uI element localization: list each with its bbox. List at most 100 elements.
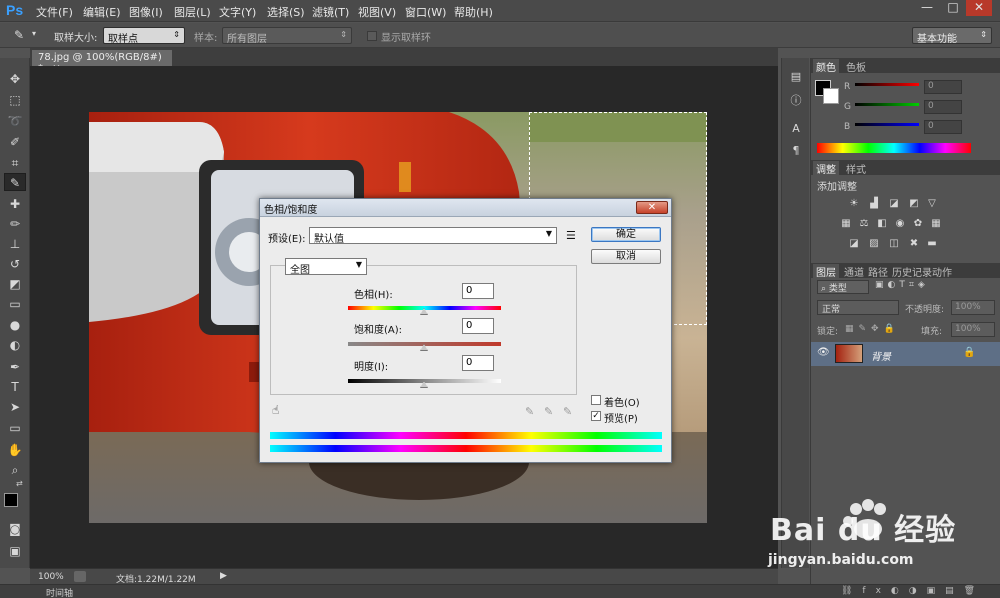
- photo-filter-icon[interactable]: ◉: [893, 218, 907, 230]
- posterize-icon[interactable]: ▨: [867, 238, 881, 250]
- black-white-icon[interactable]: ◧: [875, 218, 889, 230]
- character-panel-icon[interactable]: A: [787, 122, 805, 138]
- channel-r-slider[interactable]: [855, 83, 919, 86]
- menu-file[interactable]: 文件(F): [36, 4, 73, 20]
- levels-icon[interactable]: ▟: [867, 198, 881, 210]
- show-ring-checkbox[interactable]: [367, 31, 377, 41]
- fill-input[interactable]: 100%: [951, 322, 995, 337]
- color-balance-icon[interactable]: ⚖: [857, 218, 871, 230]
- gradient-map-icon[interactable]: ▬: [925, 238, 939, 250]
- preset-options-icon[interactable]: ☰: [566, 229, 576, 242]
- curves-icon[interactable]: ◪: [887, 198, 901, 210]
- type-tool-icon[interactable]: T: [4, 378, 26, 396]
- eyedropper-plus-icon[interactable]: ✎: [544, 405, 558, 419]
- maximize-button[interactable]: □: [940, 0, 966, 16]
- marquee-tool-icon[interactable]: ⬚: [4, 91, 26, 109]
- layer-filter-icons[interactable]: ▣◐T⌗◈: [875, 280, 929, 290]
- layer-name[interactable]: 背景: [871, 348, 891, 363]
- vibrance-icon[interactable]: ▽: [925, 198, 939, 210]
- tab-layers[interactable]: 图层: [813, 264, 839, 279]
- lasso-tool-icon[interactable]: ➰: [4, 112, 26, 130]
- channel-r-value[interactable]: 0: [924, 80, 962, 94]
- saturation-input[interactable]: 0: [462, 318, 494, 334]
- info-panel-icon[interactable]: ⓘ: [787, 92, 805, 108]
- clone-stamp-tool-icon[interactable]: ⊥: [4, 235, 26, 253]
- menu-filter[interactable]: 滤镜(T): [312, 4, 349, 20]
- tab-styles[interactable]: 样式: [843, 161, 869, 176]
- zoom-level[interactable]: 100%: [38, 572, 64, 582]
- menu-view[interactable]: 视图(V): [358, 4, 396, 20]
- tab-actions[interactable]: 动作: [929, 264, 955, 279]
- hand-tool-icon[interactable]: ✋: [4, 441, 26, 459]
- healing-brush-tool-icon[interactable]: ✚: [4, 195, 26, 213]
- pen-tool-icon[interactable]: ✒: [4, 358, 26, 376]
- zoom-tool-icon[interactable]: ⌕: [4, 461, 26, 479]
- workspace-dropdown[interactable]: 基本功能 ⇕: [912, 27, 992, 45]
- preview-checkbox[interactable]: ✓: [591, 411, 601, 421]
- menu-window[interactable]: 窗口(W): [405, 4, 446, 20]
- dodge-tool-icon[interactable]: ◐: [4, 336, 26, 354]
- hand-adjust-icon[interactable]: ☝: [272, 403, 279, 417]
- layer-footer-icons[interactable]: ⛓fx◐◑▣▤🗑: [841, 586, 985, 596]
- lock-icons[interactable]: ▦✎✥🔒: [845, 324, 900, 334]
- swap-colors-icon[interactable]: ⇄: [16, 479, 23, 488]
- tab-channels[interactable]: 通道: [841, 264, 867, 279]
- eyedropper-icon[interactable]: ✎: [525, 405, 539, 419]
- paragraph-panel-icon[interactable]: ¶: [787, 144, 805, 160]
- eyedropper-tool-icon[interactable]: ✎: [4, 173, 26, 191]
- gradient-tool-icon[interactable]: ▭: [4, 295, 26, 313]
- screen-mode-icon[interactable]: ▣: [4, 542, 26, 560]
- menu-image[interactable]: 图像(I): [129, 4, 163, 20]
- document-tab[interactable]: 78.jpg @ 100%(RGB/8#) * ×: [32, 50, 172, 74]
- status-arrow-icon[interactable]: ▶: [220, 571, 227, 581]
- crop-tool-icon[interactable]: ⌗: [4, 154, 26, 172]
- menu-type[interactable]: 文字(Y): [219, 4, 256, 20]
- move-tool-icon[interactable]: ✥: [4, 70, 26, 88]
- channel-g-slider[interactable]: [855, 103, 919, 106]
- channel-b-value[interactable]: 0: [924, 120, 962, 134]
- invert-icon[interactable]: ◪: [847, 238, 861, 250]
- shape-tool-icon[interactable]: ▭: [4, 419, 26, 437]
- preset-dropdown[interactable]: 默认值 ▼: [309, 227, 557, 245]
- brush-tool-icon[interactable]: ✏: [4, 215, 26, 233]
- hue-sat-icon[interactable]: ▦: [839, 218, 853, 230]
- color-spectrum[interactable]: [817, 143, 971, 153]
- eye-visibility-icon[interactable]: 👁: [817, 347, 830, 358]
- sample-dropdown[interactable]: 所有图层 ⇕: [222, 27, 352, 45]
- menu-help[interactable]: 帮助(H): [454, 4, 493, 20]
- selective-color-icon[interactable]: ✖: [907, 238, 921, 250]
- exposure-icon[interactable]: ◩: [907, 198, 921, 210]
- tab-swatches[interactable]: 色板: [843, 59, 869, 74]
- history-panel-icon[interactable]: ▤: [787, 70, 805, 86]
- eraser-tool-icon[interactable]: ◩: [4, 275, 26, 293]
- channel-b-slider[interactable]: [855, 123, 919, 126]
- lightness-input[interactable]: 0: [462, 355, 494, 371]
- sample-size-dropdown[interactable]: 取样点 ⇕: [103, 27, 185, 45]
- eyedropper-minus-icon[interactable]: ✎: [563, 405, 577, 419]
- blend-mode-dropdown[interactable]: 正常: [817, 300, 899, 315]
- quick-mask-icon[interactable]: ◙: [4, 520, 26, 538]
- minimize-button[interactable]: —: [914, 0, 940, 16]
- blur-tool-icon[interactable]: ●: [4, 316, 26, 334]
- channel-g-value[interactable]: 0: [924, 100, 962, 114]
- layer-filter-dropdown[interactable]: ⌕ 类型: [817, 280, 869, 294]
- tab-adjustments[interactable]: 调整: [813, 161, 839, 176]
- tab-paths[interactable]: 路径: [865, 264, 891, 279]
- history-brush-tool-icon[interactable]: ↺: [4, 255, 26, 273]
- colorize-checkbox[interactable]: [591, 395, 601, 405]
- opacity-input[interactable]: 100%: [951, 300, 995, 315]
- cancel-button[interactable]: 取消: [591, 249, 661, 264]
- ok-button[interactable]: 确定: [591, 227, 661, 242]
- channel-mixer-icon[interactable]: ✿: [911, 218, 925, 230]
- brightness-icon[interactable]: ☀: [847, 198, 861, 210]
- background-swatch[interactable]: [823, 88, 839, 104]
- menu-select[interactable]: 选择(S): [267, 4, 305, 20]
- path-select-tool-icon[interactable]: ➤: [4, 398, 26, 416]
- tab-color[interactable]: 颜色: [813, 59, 839, 74]
- menu-layer[interactable]: 图层(L): [174, 4, 211, 20]
- menu-edit[interactable]: 编辑(E): [83, 4, 121, 20]
- layer-row-background[interactable]: 👁 背景 🔒: [811, 342, 1000, 366]
- dialog-close-button[interactable]: ✕: [636, 201, 668, 214]
- threshold-icon[interactable]: ◫: [887, 238, 901, 250]
- foreground-color-swatch[interactable]: [4, 493, 18, 507]
